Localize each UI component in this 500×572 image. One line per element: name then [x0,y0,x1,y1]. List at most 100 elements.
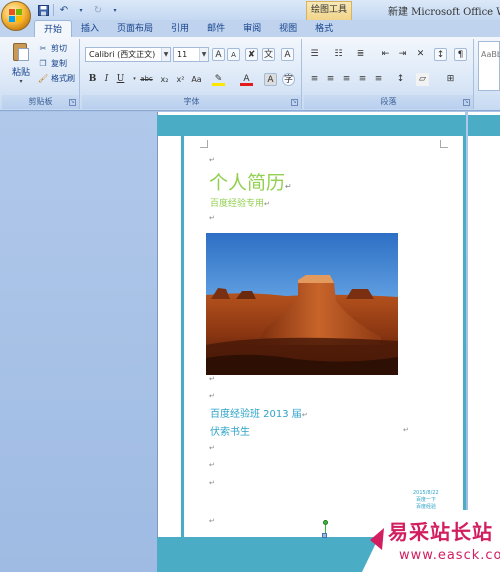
paragraph-mark: ↵ [209,392,215,400]
author-line[interactable]: 伏索书生 [210,423,250,438]
superscript-icon[interactable]: x² [174,73,187,86]
paste-dropdown-icon: ▾ [19,78,23,85]
watermark-site-name: 易采站长站 [388,520,493,544]
desert-mesa-image [206,233,398,375]
resume-title[interactable]: 个人简历↵ [209,168,292,195]
distributed-icon[interactable]: ≡ [372,73,385,86]
character-border-icon[interactable]: A [281,48,294,61]
resize-handle[interactable] [322,533,327,538]
italic-icon[interactable]: I [100,73,113,86]
brush-icon: 🖌 [38,73,49,83]
paragraph-mark: ↵ [403,426,409,434]
next-page[interactable] [468,112,500,572]
font-name-value: Calibri (西文正文) [89,50,156,59]
paragraph-launcher-icon[interactable]: ↘ [463,99,470,106]
right-border-line [463,115,466,572]
font-launcher-icon[interactable]: ↘ [291,99,298,106]
tab-format[interactable]: 格式 [306,20,342,38]
format-painter-button[interactable]: 🖌 格式刷 [38,72,75,85]
office-logo-icon [9,9,24,24]
clipboard-group-label: 剪贴板 [2,95,79,109]
shading-icon[interactable]: ▱ [416,73,429,86]
numbering-icon[interactable]: ☷ [332,48,345,61]
decrease-indent-icon[interactable]: ⇤ [379,48,392,61]
align-right-icon[interactable]: ≡ [340,73,353,86]
tab-home[interactable]: 开始 [34,20,73,38]
tab-references[interactable]: 引用 [162,20,198,38]
strikethrough-icon[interactable]: abc [140,73,153,86]
font-size-value: 11 [177,50,188,59]
separator [53,4,54,16]
font-color-icon[interactable]: A [240,73,253,86]
dropdown-icon[interactable]: ▾ [74,3,88,17]
subscript-icon[interactable]: x₂ [158,73,171,86]
paragraph-mark: ↵ [209,444,215,452]
office-button[interactable] [1,1,31,31]
paragraph-mark: ↵ [209,517,215,525]
font-group-label: 字体 [82,95,301,109]
bullets-icon[interactable]: ☰ [308,48,321,61]
scissors-icon: ✂ [39,43,47,53]
tab-view[interactable]: 视图 [270,20,306,38]
phonetic-guide-icon[interactable]: 文 [262,48,275,61]
watermark-url: www.easck.com [399,548,500,563]
paragraph-mark: ↵ [285,182,292,191]
paragraph-mark: ↵ [301,411,308,419]
clipboard-group: 粘贴 ▾ ✂ 剪切 ❐ 复制 🖌 格式刷 剪贴板 ↘ [2,39,80,109]
font-size-select[interactable]: 11 ▼ [173,47,209,62]
date-text-box[interactable]: 2015/8/22 百度一下 百度经验 [413,490,439,511]
paragraph-mark: ↵ [209,479,215,487]
enclose-character-icon[interactable]: 字 [282,73,295,86]
paste-button[interactable]: 粘贴 ▾ [8,41,34,93]
paragraph-mark: ↵ [264,200,270,208]
resume-title-text: 个人简历 [209,172,286,194]
align-left-icon[interactable]: ≡ [308,73,321,86]
chevron-down-icon: ▼ [161,48,170,61]
styles-gallery[interactable]: AaBb [478,41,500,91]
bold-icon[interactable]: B [86,73,99,86]
quick-access-toolbar: ↶ ▾ ↻ ▾ [36,3,122,17]
change-case-icon[interactable]: Aa [190,73,203,86]
copy-icon: ❐ [39,58,47,68]
character-shading-icon[interactable]: A [264,73,277,86]
tab-review[interactable]: 审阅 [234,20,270,38]
justify-icon[interactable]: ≡ [356,73,369,86]
grow-font-icon[interactable]: A [212,48,225,61]
tab-page-layout[interactable]: 页面布局 [108,20,162,38]
date-text: 2015/8/22 [413,490,439,496]
class-year-line[interactable]: 百度经验班 2013 届↵ [210,405,308,420]
font-name-select[interactable]: Calibri (西文正文) ▼ [85,47,171,62]
tab-insert[interactable]: 插入 [72,20,108,38]
format-painter-label: 格式刷 [51,74,75,83]
show-marks-icon[interactable]: ¶ [454,48,467,61]
save-icon[interactable] [36,3,50,17]
undo-icon[interactable]: ↶ [57,3,71,17]
ribbon: 粘贴 ▾ ✂ 剪切 ❐ 复制 🖌 格式刷 剪贴板 ↘ Calibri (西文正文… [0,37,500,111]
desert-mesa-photo[interactable] [206,233,398,375]
date-sub-1: 百度一下 [416,497,437,503]
cut-button[interactable]: ✂ 剪切 [38,42,67,55]
header-band-next [468,115,500,136]
multilevel-list-icon[interactable]: ≣ [354,48,367,61]
copy-button[interactable]: ❐ 复制 [38,57,67,70]
clear-format-icon[interactable]: ✘ [245,48,258,61]
resume-subtitle[interactable]: 百度经验专用↵ [210,196,270,209]
left-border-line [181,115,184,572]
resume-subtitle-text: 百度经验专用 [210,199,265,209]
cut-label: 剪切 [51,44,67,53]
redo-icon[interactable]: ↻ [91,3,105,17]
align-center-icon[interactable]: ≡ [324,73,337,86]
shrink-font-icon[interactable]: A [227,48,240,61]
increase-indent-icon[interactable]: ⇥ [396,48,409,61]
chinese-layout-icon[interactable]: ✕ [414,48,427,61]
customize-qat-icon[interactable]: ▾ [108,3,122,17]
margin-corner [440,140,448,148]
tab-mailings[interactable]: 邮件 [198,20,234,38]
sort-icon[interactable]: ↕ [434,48,447,61]
borders-icon[interactable]: ⊞ [444,73,457,86]
clipboard-launcher-icon[interactable]: ↘ [69,99,76,106]
line-spacing-icon[interactable]: ↕ [394,73,407,86]
highlight-icon[interactable]: ✎ [212,73,225,86]
underline-icon[interactable]: U [114,73,127,86]
paragraph-mark: ↵ [209,156,215,164]
